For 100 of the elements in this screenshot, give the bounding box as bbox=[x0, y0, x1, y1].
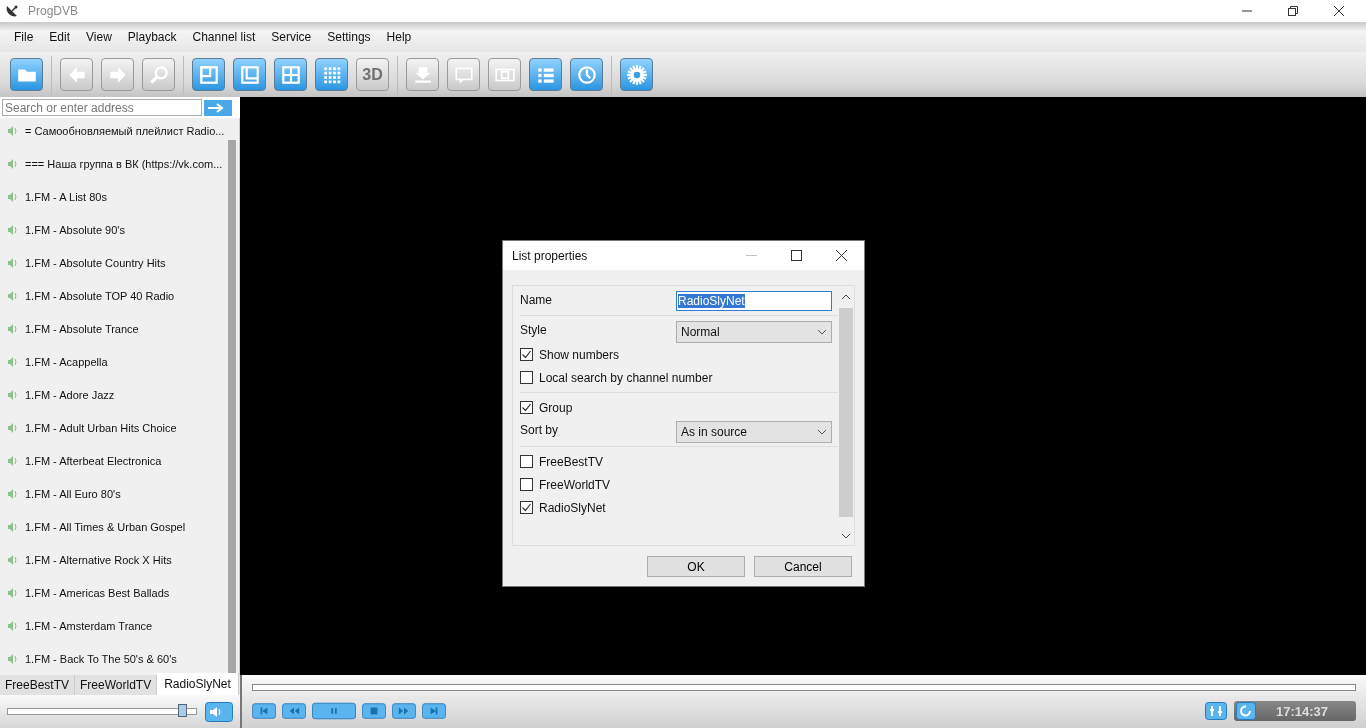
toolbar-button[interactable] bbox=[274, 58, 307, 91]
channel-item[interactable]: 1.FM - Adult Urban Hits Choice bbox=[25, 421, 177, 434]
menu-item[interactable]: Channel list bbox=[184, 30, 264, 44]
channel-item[interactable]: 1.FM - Absolute Country Hits bbox=[25, 256, 166, 269]
stop-button[interactable] bbox=[362, 702, 386, 720]
dropdown[interactable]: Normal bbox=[676, 321, 832, 343]
channel-item[interactable]: 1.FM - Adore Jazz bbox=[25, 388, 115, 401]
chevron-down-icon bbox=[817, 429, 827, 435]
dialog-button[interactable]: Cancel bbox=[754, 556, 852, 577]
window-icon bbox=[197, 63, 220, 86]
toolbar-button[interactable] bbox=[570, 58, 603, 91]
speaker-icon bbox=[7, 191, 19, 202]
window-title: ProgDVB bbox=[28, 4, 79, 18]
settings-icon bbox=[625, 63, 648, 86]
speaker-icon[interactable] bbox=[205, 701, 233, 722]
checkbox[interactable] bbox=[520, 478, 533, 491]
close-icon[interactable] bbox=[836, 250, 847, 261]
clock-icon bbox=[575, 63, 598, 86]
field-label: Name bbox=[520, 292, 553, 307]
channel-item[interactable]: = Самообновляемый плейлист Radio... bbox=[25, 124, 225, 137]
restore-icon[interactable] bbox=[1288, 6, 1298, 16]
speaker-icon bbox=[7, 653, 19, 664]
clock-time: 17:14:37 bbox=[1276, 703, 1329, 719]
channel-item[interactable]: 1.FM - Alternative Rock X Hits bbox=[25, 553, 172, 566]
field-label: Sort by bbox=[520, 422, 559, 437]
speaker-icon bbox=[7, 257, 19, 268]
dialog-button[interactable]: OK bbox=[647, 556, 745, 577]
speaker-icon bbox=[7, 290, 19, 301]
speaker-icon bbox=[7, 389, 19, 400]
pause-button[interactable] bbox=[312, 702, 356, 720]
checkbox[interactable] bbox=[520, 455, 533, 468]
dialog-title: List properties bbox=[512, 248, 588, 263]
toolbar-button[interactable] bbox=[10, 58, 43, 91]
toolbar-button[interactable] bbox=[529, 58, 562, 91]
search-field[interactable]: Search or enter address bbox=[2, 99, 202, 116]
clock-icon[interactable] bbox=[1236, 702, 1256, 720]
speaker-icon bbox=[7, 356, 19, 367]
toolbar-button[interactable] bbox=[192, 58, 225, 91]
scroll-down-icon[interactable] bbox=[841, 533, 851, 539]
speaker-icon bbox=[7, 125, 19, 136]
checkbox[interactable] bbox=[520, 501, 533, 514]
channel-item[interactable]: 1.FM - All Euro 80's bbox=[25, 487, 121, 500]
channel-item[interactable]: === Наша группа в ВК (https://vk.com... bbox=[25, 157, 223, 170]
menu-item[interactable]: Playback bbox=[119, 30, 185, 44]
speaker-icon bbox=[7, 323, 19, 334]
speaker-icon bbox=[7, 587, 19, 598]
close-icon[interactable] bbox=[1334, 6, 1344, 16]
checkbox[interactable] bbox=[520, 348, 533, 361]
corner-layout-icon bbox=[238, 63, 261, 86]
checkbox-label: FreeWorldTV bbox=[539, 477, 611, 492]
menu-item[interactable]: File bbox=[6, 30, 42, 44]
menu-item[interactable]: Service bbox=[263, 30, 320, 44]
toolbar-button[interactable] bbox=[315, 58, 348, 91]
scroll-up-icon[interactable] bbox=[841, 294, 851, 300]
channel-item[interactable]: 1.FM - A List 80s bbox=[25, 190, 107, 203]
list-tab[interactable]: FreeWorldTV bbox=[75, 675, 158, 695]
channel-item[interactable]: 1.FM - All Times & Urban Gospel bbox=[25, 520, 186, 533]
toolbar-button[interactable] bbox=[620, 58, 653, 91]
forward-button[interactable] bbox=[392, 702, 416, 720]
equalizer-icon[interactable] bbox=[1204, 702, 1228, 720]
dropdown[interactable]: As in source bbox=[676, 421, 832, 443]
speaker-icon bbox=[7, 554, 19, 565]
checkbox-label: RadioSlyNet bbox=[539, 500, 606, 515]
speaker-icon bbox=[7, 422, 19, 433]
channel-item[interactable]: 1.FM - Absolute TOP 40 Radio bbox=[25, 289, 175, 302]
list-tab[interactable]: RadioSlyNet bbox=[157, 673, 239, 695]
checkbox[interactable] bbox=[520, 401, 533, 414]
first-button[interactable] bbox=[252, 702, 276, 720]
channel-item[interactable]: 1.FM - Americas Best Ballads bbox=[25, 586, 170, 599]
menu-item[interactable]: Help bbox=[378, 30, 420, 44]
maximize-icon[interactable] bbox=[791, 250, 802, 261]
scrollbar-thumb[interactable] bbox=[228, 140, 236, 675]
checkbox[interactable] bbox=[520, 371, 533, 384]
list-tab[interactable]: FreeBestTV bbox=[0, 675, 76, 695]
scrollbar-thumb[interactable] bbox=[839, 308, 853, 517]
progress-bar[interactable] bbox=[252, 684, 1356, 691]
checkbox-label: FreeBestTV bbox=[539, 454, 604, 469]
channel-item[interactable]: 1.FM - Absolute 90's bbox=[25, 223, 125, 236]
chevron-down-icon bbox=[817, 329, 827, 335]
checkbox-label: Local search by channel number bbox=[539, 370, 713, 385]
channel-item[interactable]: 1.FM - Absolute Trance bbox=[25, 322, 139, 335]
last-button[interactable] bbox=[422, 702, 446, 720]
volume-thumb[interactable] bbox=[177, 704, 187, 717]
menu-item[interactable]: Edit bbox=[41, 30, 79, 44]
four-grid-icon bbox=[279, 63, 302, 86]
channel-item[interactable]: 1.FM - Acappella bbox=[25, 355, 108, 368]
toolbar-button[interactable] bbox=[233, 58, 266, 91]
speaker-icon bbox=[7, 224, 19, 235]
checkbox-label: Show numbers bbox=[539, 347, 620, 362]
channel-item[interactable]: 1.FM - Back To The 50's & 60's bbox=[25, 652, 177, 665]
speaker-icon bbox=[7, 455, 19, 466]
menu-item[interactable]: Settings bbox=[319, 30, 379, 44]
menu-item[interactable]: View bbox=[78, 30, 120, 44]
speaker-icon bbox=[7, 620, 19, 631]
channel-item[interactable]: 1.FM - Amsterdam Trance bbox=[25, 619, 153, 632]
speaker-icon bbox=[7, 488, 19, 499]
rewind-button[interactable] bbox=[282, 702, 306, 720]
channel-item[interactable]: 1.FM - Afterbeat Electronica bbox=[25, 454, 162, 467]
name-field[interactable]: RadioSlyNet bbox=[676, 290, 832, 311]
satellite-dish-icon bbox=[4, 3, 20, 19]
